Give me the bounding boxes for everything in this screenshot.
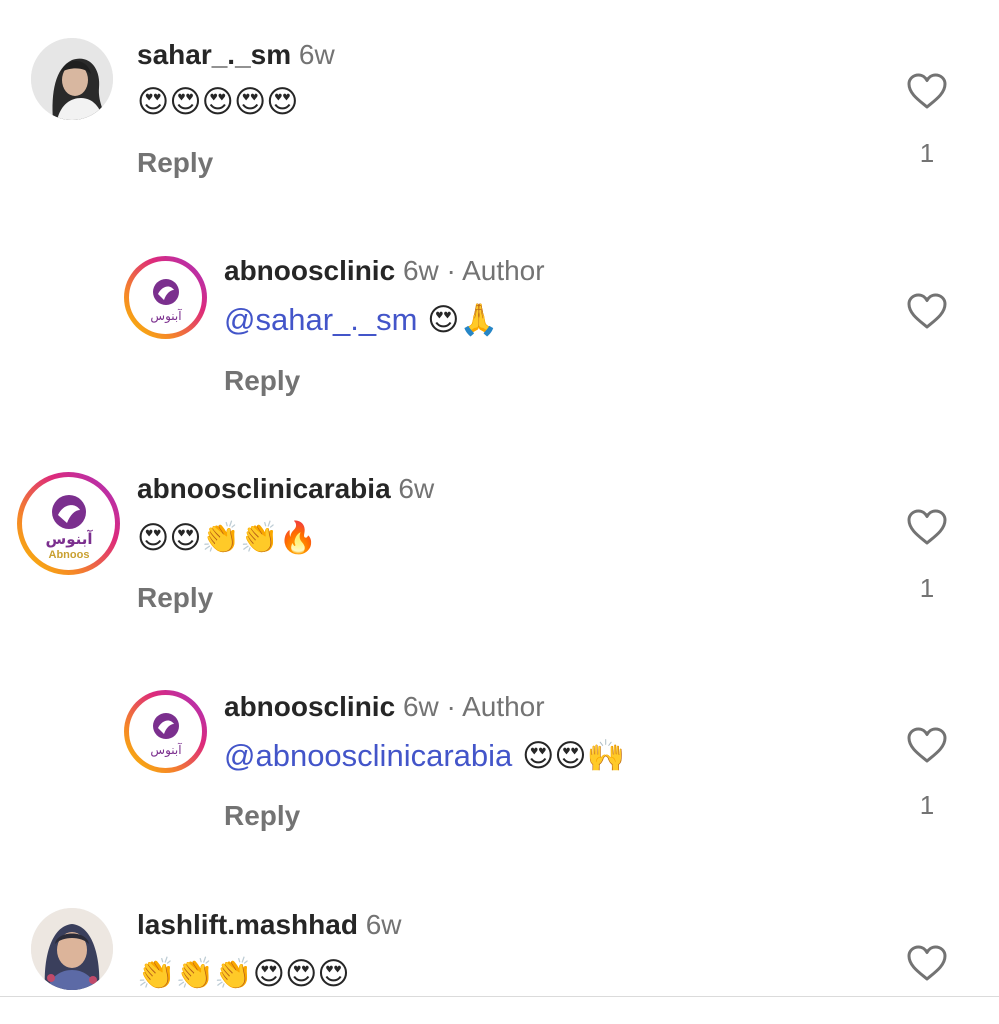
username[interactable]: abnoosclinicarabia	[137, 473, 391, 504]
timestamp: 6w	[402, 691, 439, 722]
abnoos-logo-icon: آبنوس Abnoos	[45, 494, 93, 561]
mention-link[interactable]: @sahar_._sm	[224, 302, 417, 337]
timestamp: 6w	[398, 473, 435, 504]
avatar-abnoosclinic[interactable]: آبنوس	[124, 256, 207, 339]
reply-button[interactable]: Reply	[137, 146, 213, 180]
username[interactable]: abnoosclinic	[224, 691, 395, 722]
bottom-divider	[0, 996, 999, 997]
heart-outline-icon	[907, 509, 947, 545]
logo-latin-text: Abnoos	[48, 549, 89, 561]
reply-button[interactable]: Reply	[224, 799, 300, 833]
like-button[interactable]	[904, 508, 950, 546]
author-label: Author	[462, 255, 545, 286]
like-button[interactable]	[904, 726, 950, 764]
comment-text: @sahar_._sm 😍🙏	[224, 298, 498, 342]
comment-header: abnoosclinic 6w · Author	[224, 690, 545, 724]
profile-photo-icon	[31, 908, 113, 990]
username[interactable]: sahar_._sm	[137, 39, 291, 70]
comment-header: abnoosclinic 6w · Author	[224, 254, 545, 288]
heart-outline-icon	[907, 73, 947, 109]
comment-emojis: 😍😍🙌	[512, 738, 626, 774]
like-button[interactable]	[904, 72, 950, 110]
comment-header: sahar_._sm 6w	[137, 38, 335, 72]
like-button[interactable]	[904, 292, 950, 330]
logo-arabic-text: آبنوس	[150, 308, 182, 324]
reply-button[interactable]: Reply	[224, 364, 300, 398]
heart-outline-icon	[907, 945, 947, 981]
abnoos-logo-icon: آبنوس	[150, 278, 182, 324]
comment-header: abnoosclinicarabia 6w	[137, 472, 434, 506]
comment-header: lashlift.mashhad 6w	[137, 908, 402, 942]
avatar-abnoosclinicarabia[interactable]: آبنوس Abnoos	[17, 472, 120, 575]
mention-link[interactable]: @abnoosclinicarabia	[224, 738, 512, 773]
reply-button[interactable]: Reply	[137, 581, 213, 615]
logo-arabic-text: آبنوس	[150, 742, 182, 758]
like-count: 1	[919, 573, 935, 603]
like-count: 1	[919, 138, 935, 168]
timestamp: 6w	[365, 909, 402, 940]
heart-outline-icon	[907, 727, 947, 763]
timestamp: 6w	[402, 255, 439, 286]
avatar-abnoosclinic[interactable]: آبنوس	[124, 690, 207, 773]
avatar-lashlift[interactable]	[31, 908, 113, 990]
username[interactable]: abnoosclinic	[224, 255, 395, 286]
avatar-inner: آبنوس Abnoos	[22, 477, 115, 570]
comment-text: 😍😍😍😍😍	[137, 84, 299, 120]
separator-dot: ·	[446, 255, 456, 286]
comment-emojis: 😍🙏	[417, 302, 499, 338]
separator-dot: ·	[446, 691, 456, 722]
avatar-inner: آبنوس	[129, 695, 202, 768]
profile-photo-icon	[31, 38, 113, 120]
like-count: 1	[919, 790, 935, 820]
avatar-inner: آبنوس	[129, 261, 202, 334]
abnoos-logo-icon: آبنوس	[150, 712, 182, 758]
heart-outline-icon	[907, 293, 947, 329]
logo-arabic-text: آبنوس	[45, 530, 93, 548]
comment-text: @abnoosclinicarabia 😍😍🙌	[224, 734, 625, 778]
timestamp: 6w	[298, 39, 335, 70]
avatar-sahar[interactable]	[31, 38, 113, 120]
comment-text: 😍😍👏👏🔥	[137, 520, 318, 556]
author-label: Author	[462, 691, 545, 722]
comment-text: 👏👏👏😍😍😍	[137, 956, 350, 992]
like-button[interactable]	[904, 944, 950, 982]
username[interactable]: lashlift.mashhad	[137, 909, 358, 940]
